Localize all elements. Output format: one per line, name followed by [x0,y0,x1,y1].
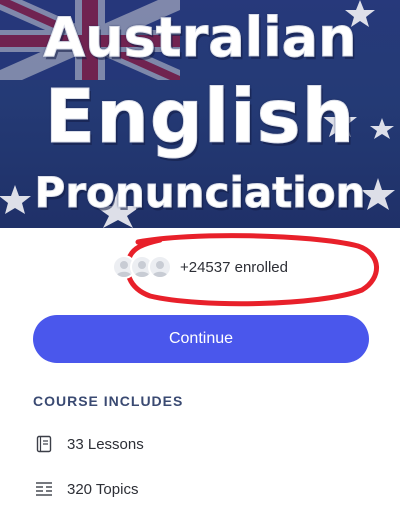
user-icon [151,261,168,277]
include-item-lessons: 33 Lessons [33,433,144,455]
include-item-label: 33 Lessons [67,435,144,453]
banner-title-line-2: English [44,74,356,161]
include-item-label: 320 Topics [67,480,139,498]
list-icon [33,478,55,500]
course-banner: Australian English Pronunciation [0,0,400,228]
enrolled-count: +24537 enrolled [179,258,288,276]
book-icon [33,433,55,455]
course-includes-heading: COURSE INCLUDES [33,393,184,409]
enrolled-avatars [111,255,172,279]
continue-button[interactable]: Continue [33,315,369,363]
banner-title-line-1: Australian [43,6,357,70]
banner-title-line-3: Pronunciation [34,168,366,218]
include-item-topics: 320 Topics [33,478,138,500]
enrollment-info: +24537 enrolled [0,250,400,284]
avatar [147,255,172,279]
